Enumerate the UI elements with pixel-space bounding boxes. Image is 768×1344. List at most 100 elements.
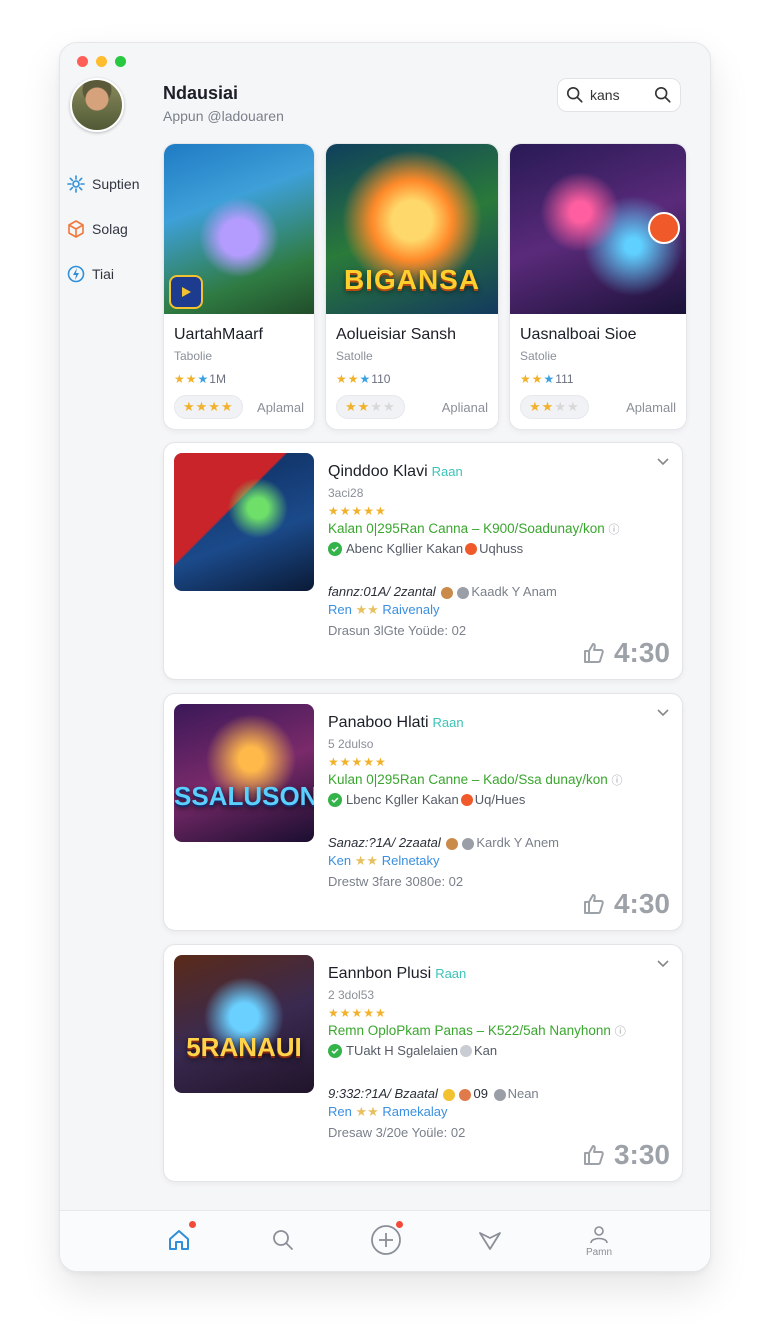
game-thumbnail[interactable]: 5RANAUI bbox=[174, 955, 314, 1093]
card-subtitle: Tabolie bbox=[174, 349, 213, 363]
tab-favorites[interactable] bbox=[473, 1223, 507, 1257]
card-rating: ★★★111 bbox=[520, 372, 686, 386]
window-controls bbox=[77, 56, 126, 67]
rating-pill: ★★★★ bbox=[336, 395, 405, 419]
game-art bbox=[510, 144, 686, 314]
review-line: Ren ★★ Raivenaly bbox=[328, 602, 642, 618]
seller-tail: Uqhuss bbox=[479, 541, 524, 556]
tab-create[interactable] bbox=[369, 1221, 403, 1257]
price-text: Kalan 0|295Ran Canna – K900/Soadunay/kon bbox=[328, 521, 605, 536]
game-thumbnail[interactable]: SSALUSON bbox=[174, 704, 314, 842]
list-item[interactable]: 5RANAUI Eannbon Plusi Raan 2 3dol53 ★★★★★… bbox=[163, 944, 683, 1182]
fire-icon bbox=[648, 212, 680, 244]
list-item[interactable]: SSALUSON Panaboo Hlati Raan 5 2dulso ★★★★… bbox=[163, 693, 683, 931]
seller-line: TUakt H Sgalelaien Kan bbox=[328, 1043, 642, 1058]
maximize-window-button[interactable] bbox=[115, 56, 126, 67]
detail-line: Drestw 3fare 3080e: 02 bbox=[328, 874, 464, 889]
seller-tail: Uq/Hues bbox=[474, 792, 526, 807]
seller-line: Lbenc Kgller Kakan Uq/Hues bbox=[328, 792, 642, 807]
thumbs-up-icon[interactable] bbox=[582, 1143, 606, 1167]
info-icon[interactable]: ⓘ bbox=[615, 1026, 626, 1038]
app-handle: Appun @ladouaren bbox=[163, 108, 284, 124]
sidebar-item-solag[interactable]: Solag bbox=[66, 216, 156, 242]
game-name: Qinddoo Klavi Raan bbox=[328, 463, 642, 481]
game-meta: 2 3dol53 bbox=[328, 988, 375, 1002]
notification-dot bbox=[189, 1221, 196, 1228]
review-label: Ken bbox=[328, 853, 352, 868]
star-icon: ★★ bbox=[354, 853, 379, 868]
seller-text: Lbenc Kgller Kakan bbox=[346, 792, 459, 807]
game-tag: Raan bbox=[431, 464, 463, 479]
detail-line: Dresaw 3/20e Yoüle: 02 bbox=[328, 1125, 466, 1140]
chevron-down-icon[interactable] bbox=[656, 706, 670, 720]
search-submit-icon[interactable] bbox=[654, 86, 672, 104]
seller-line: Abenc Kgllier Kakan Uqhuss bbox=[328, 541, 642, 556]
badge-icon bbox=[465, 542, 478, 555]
star-icon: ★★★ bbox=[336, 372, 372, 386]
duration: 4:30 bbox=[582, 888, 670, 920]
star-icon: ★★ bbox=[355, 602, 379, 617]
rating-count: 111 bbox=[555, 372, 574, 386]
coin-icon bbox=[457, 586, 470, 599]
duration: 3:30 bbox=[582, 1139, 670, 1171]
game-art: BIGANSA bbox=[326, 144, 498, 314]
price-line: Kalan 0|295Ran Canna – K900/Soadunay/kon… bbox=[328, 521, 642, 537]
review-text: Ramekalay bbox=[382, 1104, 448, 1119]
close-window-button[interactable] bbox=[77, 56, 88, 67]
list-item[interactable]: Qinddoo Klavi Raan 3aci28 ★★★★★ Kalan 0|2… bbox=[163, 442, 683, 680]
thumbs-up-icon[interactable] bbox=[582, 892, 606, 916]
card-action[interactable]: Aplamal bbox=[257, 400, 304, 415]
price-line: Kulan 0|295Ran Canne – Kado/Ssa dunay/ko… bbox=[328, 772, 642, 788]
duration: 4:30 bbox=[582, 637, 670, 669]
search-box[interactable]: kans bbox=[557, 78, 681, 112]
chevron-down-icon[interactable] bbox=[656, 455, 670, 469]
tab-profile[interactable]: Pamn bbox=[582, 1223, 616, 1258]
bolt-icon bbox=[67, 265, 85, 283]
card-rating: ★★★1M bbox=[174, 372, 314, 386]
star-icon: ★★★★★ bbox=[328, 504, 387, 518]
price-line: Remn OploPkam Panas – K522/5ah Nanyhonn … bbox=[328, 1023, 642, 1039]
card-subtitle: Satolie bbox=[520, 349, 557, 363]
seller-tail: Kan bbox=[474, 1043, 498, 1058]
plus-circle-icon bbox=[460, 1044, 472, 1057]
chevron-down-icon[interactable] bbox=[656, 957, 670, 971]
card-rating: ★★★110 bbox=[336, 372, 498, 386]
review-label: Ren bbox=[328, 602, 352, 617]
featured-card[interactable]: UartahMaarf Tabolie ★★★1M ★★★★ Aplamal bbox=[163, 143, 315, 430]
price-text: Kulan 0|295Ran Canne – Kado/Ssa dunay/ko… bbox=[328, 772, 608, 787]
list-item-body: Panaboo Hlati Raan 5 2dulso ★★★★★ Kulan 0… bbox=[328, 714, 642, 889]
featured-card[interactable]: BIGANSA Aolueisiar Sansh Satolle ★★★110 … bbox=[325, 143, 499, 430]
game-thumbnail[interactable] bbox=[174, 453, 314, 591]
check-icon bbox=[328, 1043, 342, 1058]
sidebar-item-suptien[interactable]: Suptien bbox=[66, 171, 156, 197]
sidebar: Suptien Solag Tiai bbox=[66, 171, 156, 306]
badge-icon bbox=[460, 793, 473, 806]
minimize-window-button[interactable] bbox=[96, 56, 107, 67]
featured-card[interactable]: Uasnalboai Sioe Satolie ★★★111 ★★★★ Apla… bbox=[509, 143, 687, 430]
rating-pill: ★★★★ bbox=[520, 395, 589, 419]
thumbs-up-icon[interactable] bbox=[582, 641, 606, 665]
price-text: Remn OploPkam Panas – K522/5ah Nanyhonn bbox=[328, 1023, 611, 1038]
gear-icon bbox=[67, 175, 85, 193]
card-action[interactable]: Aplamall bbox=[626, 400, 676, 415]
card-title: Aolueisiar Sansh bbox=[336, 326, 457, 343]
game-name-text: Eannbon Plusi bbox=[328, 965, 432, 982]
game-logo: 5RANAUI bbox=[186, 1032, 302, 1062]
card-action[interactable]: Aplianal bbox=[442, 400, 488, 415]
info-icon[interactable]: ⓘ bbox=[611, 775, 622, 787]
cube-icon bbox=[68, 220, 84, 238]
list-item-body: Qinddoo Klavi Raan 3aci28 ★★★★★ Kalan 0|2… bbox=[328, 463, 642, 638]
game-meta: 5 2dulso bbox=[328, 737, 374, 751]
game-tag: Raan bbox=[435, 966, 467, 981]
avatar[interactable] bbox=[70, 78, 124, 132]
play-icon[interactable] bbox=[169, 275, 203, 309]
card-footer: ★★★★ Aplamal bbox=[174, 395, 304, 419]
tab-search[interactable] bbox=[266, 1223, 300, 1257]
info-icon[interactable]: ⓘ bbox=[609, 524, 620, 536]
stats-text: Sanaz:?1A/ 2zaatal bbox=[328, 835, 441, 850]
tab-home[interactable] bbox=[162, 1221, 196, 1257]
profile-icon bbox=[590, 1226, 608, 1244]
home-icon bbox=[169, 1230, 189, 1250]
sidebar-item-tiai[interactable]: Tiai bbox=[66, 261, 156, 287]
game-logo: BIGANSA bbox=[343, 264, 481, 295]
